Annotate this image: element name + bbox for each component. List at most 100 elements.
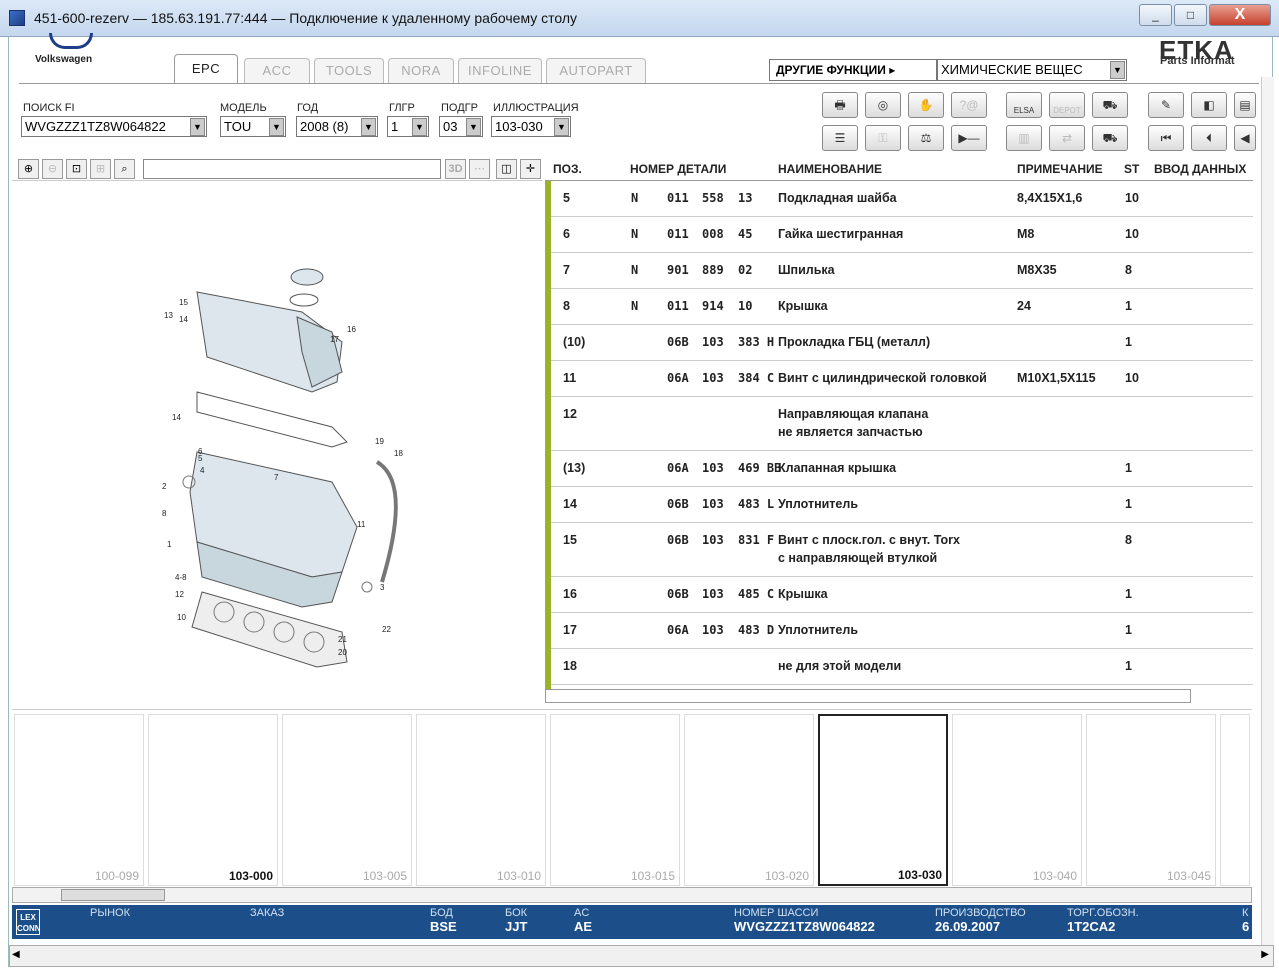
table-row[interactable]: 11 06A 103 384 C Винт с цилиндрической голов…	[551, 361, 1253, 397]
chevron-down-icon[interactable]: ▼	[361, 118, 376, 136]
arrow-right-icon[interactable]: ▶	[1261, 949, 1269, 960]
year-select[interactable]: 2008 (8) ▼	[296, 116, 378, 137]
zoom-area-button[interactable]: ⊞	[90, 159, 111, 179]
window-vscrollbar[interactable]	[1261, 77, 1274, 962]
page-back-button[interactable]: ◧	[1191, 92, 1227, 118]
thumbnail[interactable]: 103-005	[282, 714, 412, 886]
compare-button[interactable]: ▥	[1006, 125, 1042, 151]
col-part-number[interactable]: НОМЕР ДЕТАЛИ	[630, 162, 726, 176]
key-button[interactable]: ⚿	[865, 125, 901, 151]
table-row[interactable]: 7 N 901 889 02 Шпилька M8X35 8	[551, 253, 1253, 289]
thumbnail-selected[interactable]: 103-030	[818, 714, 948, 886]
scroll-thumb[interactable]	[61, 889, 165, 901]
shopping-cart-icon: ⛟	[1102, 131, 1118, 145]
maximize-button[interactable]: □	[1174, 4, 1207, 26]
table-row[interactable]: 15 06B 103 831 F Винт с плоск.гол. с внут. T…	[551, 523, 1253, 577]
thumbnail[interactable]: 103-020	[684, 714, 814, 886]
prev-button[interactable]: ⏴	[1191, 125, 1227, 151]
thumbnail[interactable]: 103-015	[550, 714, 680, 886]
table-row[interactable]: 18 не для этой модели 1	[551, 649, 1253, 685]
chevron-down-icon[interactable]: ▼	[190, 118, 205, 136]
zoom-in-button[interactable]: ⊕	[18, 159, 39, 179]
depot-button[interactable]: DEPOT	[1049, 92, 1085, 118]
col-data-input[interactable]: ВВОД ДАННЫХ	[1154, 162, 1246, 176]
main-group-select[interactable]: 1 ▼	[387, 116, 429, 137]
zoom-out-button[interactable]: ⊖	[42, 159, 63, 179]
chevron-down-icon[interactable]: ▼	[269, 118, 284, 136]
handshake-button[interactable]: ✋	[908, 92, 944, 118]
tab-tools[interactable]: TOOLS	[314, 58, 384, 83]
table-row[interactable]: 6 N 011 008 45 Гайка шестигранная M8 10	[551, 217, 1253, 253]
thumbnail[interactable]: 103-000	[148, 714, 278, 886]
tab-infoline[interactable]: INFOLINE	[458, 58, 542, 83]
table-hscrollbar[interactable]	[545, 689, 1191, 703]
move-button[interactable]: ✛	[520, 159, 541, 179]
help-mail-button[interactable]: ?@	[951, 92, 987, 118]
table-row[interactable]: 12 Направляющая клапана не является запчас…	[551, 397, 1253, 451]
table-row[interactable]: (13) 06A 103 469 BB Клапанная крышка 1	[551, 451, 1253, 487]
chevron-down-icon[interactable]: ▼	[554, 118, 569, 136]
cart-button[interactable]: ⛟	[1092, 125, 1128, 151]
svg-text:20: 20	[338, 648, 347, 657]
col-pos[interactable]: ПОЗ.	[553, 162, 582, 176]
table-row[interactable]: 8 N 011 914 10 Крышка 24 1	[551, 289, 1253, 325]
arrow-left-icon[interactable]: ◀	[12, 949, 20, 960]
close-button[interactable]: X	[1209, 4, 1271, 26]
zoom-area-icon: ⊞	[95, 163, 106, 175]
other-functions-label[interactable]: ДРУГИЕ ФУНКЦИИ ▸	[769, 59, 937, 81]
sub-group-select[interactable]: 03 ▼	[439, 116, 483, 137]
split-view-button[interactable]: ◫	[496, 159, 517, 179]
row-pos: (10)	[563, 335, 586, 349]
print-button[interactable]: 🖶	[822, 92, 858, 118]
col-note[interactable]: ПРИМЕЧАНИЕ	[1017, 162, 1103, 176]
vin-search-input[interactable]: WVGZZZ1TZ8W064822 ▼	[21, 116, 207, 137]
illustration-select[interactable]: 103-030 ▼	[491, 116, 571, 137]
chevron-down-icon[interactable]: ▼	[412, 118, 427, 136]
thumbnail[interactable]: 100-099	[14, 714, 144, 886]
transfer-button[interactable]: ⇄	[1049, 125, 1085, 151]
thumbnail[interactable]: 103-010	[416, 714, 546, 886]
col-st[interactable]: ST	[1124, 162, 1139, 176]
other-functions-select[interactable]: ХИМИЧЕСКИЕ ВЕЩЕС ▼	[937, 59, 1127, 81]
table-row[interactable]: 17 06A 103 483 D Уплотнитель 1	[551, 613, 1253, 649]
minimize-button[interactable]: _	[1139, 4, 1172, 26]
first-button[interactable]: ⏮	[1148, 125, 1184, 151]
list-button[interactable]: ☰	[822, 125, 858, 151]
table-row[interactable]: (10) 06B 103 383 H Прокладка ГБЦ (металл) 1	[551, 325, 1253, 361]
tab-nora[interactable]: NORA	[388, 58, 454, 83]
thumbnail-partial[interactable]	[1220, 714, 1250, 886]
cart-add-button[interactable]: ⛟	[1092, 92, 1128, 118]
svg-text:8: 8	[162, 509, 167, 518]
col-name[interactable]: НАИМЕНОВАНИЕ	[778, 162, 882, 176]
chevron-down-icon[interactable]: ▼	[466, 118, 481, 136]
thumbnail[interactable]: 103-045	[1086, 714, 1216, 886]
3d-button[interactable]: 3D	[445, 159, 466, 179]
service-button[interactable]: ◎	[865, 92, 901, 118]
table-row[interactable]: 5 N 011 558 13 Подкладная шайба 8,4X15X1,6 10	[551, 181, 1253, 217]
window-hscrollbar[interactable]: ◀ ▶	[9, 945, 1274, 967]
thumbnail[interactable]: 103-040	[952, 714, 1082, 886]
svg-text:14: 14	[172, 413, 181, 422]
gauge-icon: ◎	[877, 98, 889, 112]
pin-button[interactable]: ✎	[1148, 92, 1184, 118]
illustration-search-input[interactable]	[143, 159, 441, 179]
table-row[interactable]: 14 06B 103 483 L Уплотнитель 1	[551, 487, 1253, 523]
search-button[interactable]: ⌕	[114, 159, 135, 179]
tab-autopart[interactable]: AUTOPART	[546, 58, 646, 83]
elsa-button[interactable]: ELSA	[1006, 92, 1042, 118]
back-button[interactable]: ◀	[1234, 125, 1256, 151]
svg-text:15: 15	[179, 298, 188, 307]
thumbnail-scrollbar[interactable]	[12, 887, 1252, 903]
page-button[interactable]: ▤	[1234, 92, 1256, 118]
tab-acc[interactable]: ACC	[244, 58, 310, 83]
scale-button[interactable]: ⚖	[908, 125, 944, 151]
zoom-fit-button[interactable]: ⊡	[66, 159, 87, 179]
tab-epc[interactable]: EPC	[174, 54, 238, 84]
dots-button[interactable]: ⋯	[469, 159, 490, 179]
play-minus-button[interactable]: ▶—	[951, 125, 987, 151]
table-row[interactable]: 16 06B 103 485 C Крышка 1	[551, 577, 1253, 613]
parts-illustration[interactable]: 15 13 14 16 17 14 19 18 6 5 4 7 2 8 11 1…	[12, 182, 542, 707]
model-select[interactable]: TOU ▼	[220, 116, 286, 137]
chevron-down-icon[interactable]: ▼	[1110, 61, 1125, 79]
illustration-label: ИЛЛЮСТРАЦИЯ	[493, 102, 579, 114]
